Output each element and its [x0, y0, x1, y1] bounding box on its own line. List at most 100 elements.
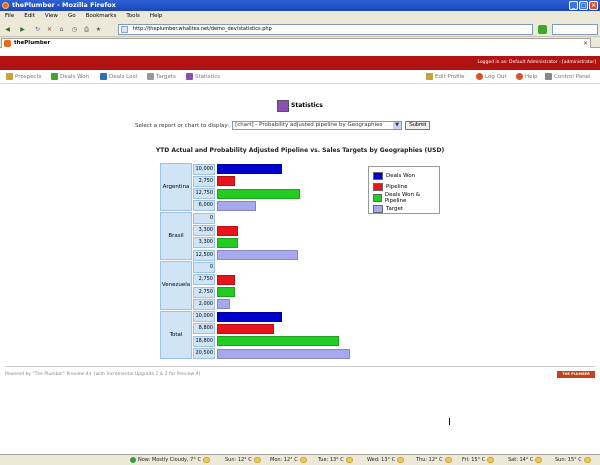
bar-row: 10,000	[193, 311, 282, 323]
tab-bar: thePlumber ✕	[0, 37, 600, 48]
nav-statistics-label: Statistics	[195, 73, 221, 80]
weather-forecast-item[interactable]: Sun: 15° C	[555, 455, 591, 465]
legend-item: Deals Won	[373, 170, 435, 181]
targets-icon	[147, 73, 154, 80]
nav-deals-lost[interactable]: Deals Lost	[100, 73, 138, 80]
menu-tools[interactable]: Tools	[126, 11, 140, 22]
tab-label: thePlumber	[14, 40, 51, 46]
nav-prospects[interactable]: Prospects	[6, 73, 42, 80]
weather-cloud-icon	[583, 457, 591, 463]
weather-text: Mon: 12° C	[270, 457, 298, 463]
report-selector-label: Select a report or chart to display:	[135, 122, 230, 129]
menu-view[interactable]: View	[45, 11, 58, 22]
tab-close-icon[interactable]: ✕	[583, 39, 588, 48]
menu-help[interactable]: Help	[150, 11, 163, 22]
bar-row: 3,300	[193, 225, 238, 237]
reload-icon[interactable]: ↻	[33, 25, 42, 34]
chart-legend: Deals Won Pipeline Deals Won & Pipeline Tar…	[368, 166, 440, 214]
forward-icon[interactable]: ▶	[18, 25, 27, 34]
bar-row: 2,750	[193, 175, 235, 187]
bar-deals-won-pipeline	[217, 237, 238, 248]
weather-forecast-item[interactable]: Sun: 12° C	[225, 455, 261, 465]
chevron-down-icon: ▼	[393, 122, 402, 129]
weather-text: Sat: 14° C	[508, 457, 534, 463]
search-input[interactable]	[552, 24, 598, 35]
weather-forecast-item[interactable]: Wed: 13° C	[367, 455, 405, 465]
address-url: http://theplumber.whalites.net/demo_dev/…	[133, 26, 272, 32]
maximize-button[interactable]: □	[579, 1, 588, 10]
weather-forecast-item[interactable]: Mon: 12° C	[270, 455, 307, 465]
back-icon[interactable]: ◀	[3, 25, 12, 34]
weather-forecast-item[interactable]: Tue: 13° C	[318, 455, 353, 465]
bar-pipeline	[217, 176, 235, 187]
window-title-bar: thePlumber - Mozilla Firefox _ □ ×	[0, 0, 600, 11]
menu-go[interactable]: Go	[68, 11, 76, 22]
weather-forecast-item[interactable]: Thu: 12° C	[416, 455, 452, 465]
nav-targets-label: Targets	[156, 73, 176, 80]
weather-cloud-icon	[253, 457, 261, 463]
bar-row: 12,500	[193, 249, 298, 261]
legend-label: Deals Won & Pipeline	[384, 191, 420, 204]
nav-deals-won-label: Deals Won	[60, 73, 90, 80]
report-select[interactable]: [chart] - Probability adjusted pipeline …	[232, 121, 403, 130]
nav-targets[interactable]: Targets	[147, 73, 176, 80]
nav-prospects-label: Prospects	[15, 73, 42, 80]
bar-value-label: 6,000	[193, 200, 215, 212]
home-icon[interactable]: ⌂	[57, 25, 66, 34]
nav-deals-won[interactable]: Deals Won	[51, 73, 89, 80]
legend-item: Pipeline	[373, 181, 435, 192]
nav-control-panel[interactable]: Control Panel	[545, 73, 590, 80]
bookmark-icon[interactable]: ★	[94, 25, 103, 34]
chart-title: YTD Actual and Probability Adjusted Pipe…	[155, 147, 445, 154]
nav-statistics[interactable]: Statistics	[186, 73, 220, 80]
nav-log-out[interactable]: Log Out	[476, 73, 507, 80]
window-controls: _ □ ×	[569, 1, 598, 10]
legend-swatch	[373, 204, 383, 213]
weather-text: Thu: 12° C	[416, 457, 443, 463]
bar-value-label: 3,300	[193, 237, 215, 249]
menu-bar: File Edit View Go Bookmarks Tools Help	[0, 11, 600, 22]
bar-value-label: 18,800	[193, 335, 215, 347]
weather-text: Sun: 15° C	[555, 457, 582, 463]
weather-cloud-icon	[299, 457, 307, 463]
bar-row: 2,000	[193, 298, 230, 310]
weather-forecast-item[interactable]: Sat: 14° C	[508, 455, 543, 465]
weather-cloud-icon	[345, 457, 353, 463]
report-select-value: [chart] - Probability adjusted pipeline …	[235, 122, 383, 128]
tab-favicon-icon	[4, 40, 11, 47]
menu-edit[interactable]: Edit	[24, 11, 35, 22]
page-title: Statistics	[277, 100, 323, 112]
statistics-icon	[186, 73, 193, 80]
weather-now[interactable]: Now: Mostly Cloudy, 7° C	[130, 455, 210, 465]
bar-pipeline	[217, 274, 235, 285]
deals-lost-icon	[100, 73, 107, 80]
submit-button[interactable]: Submit	[405, 121, 431, 130]
window-title: thePlumber - Mozilla Firefox	[12, 1, 116, 9]
minimize-button[interactable]: _	[569, 1, 578, 10]
address-bar[interactable]: http://theplumber.whalites.net/demo_dev/…	[118, 24, 533, 35]
weather-forecast-item[interactable]: Fri: 15° C	[462, 455, 495, 465]
status-ok-icon	[130, 457, 136, 463]
bar-value-label: 2,750	[193, 274, 215, 286]
close-button[interactable]: ×	[589, 1, 598, 10]
stop-icon[interactable]: ✕	[45, 25, 54, 34]
bar-value-label: 20,500	[193, 348, 215, 359]
bar-row: 12,750	[193, 188, 300, 200]
bar-chart: Deals Won Pipeline Deals Won & Pipeline Tar…	[160, 163, 440, 360]
bar-value-label: 12,750	[193, 188, 215, 200]
bar-value-label: 2,000	[193, 298, 215, 310]
menu-bookmarks[interactable]: Bookmarks	[86, 11, 117, 22]
nav-edit-profile[interactable]: Edit Profile	[426, 73, 465, 80]
region-label-argentina: Argentina	[160, 163, 192, 212]
legend-swatch	[373, 171, 383, 180]
nav-help[interactable]: Help	[516, 73, 538, 80]
bar-row: 10,000	[193, 163, 282, 175]
menu-file[interactable]: File	[5, 11, 14, 22]
report-selector-row: Select a report or chart to display: [ch…	[135, 121, 431, 130]
print-icon[interactable]: ⎙	[82, 25, 91, 34]
history-icon[interactable]: ◷	[70, 25, 79, 34]
legend-label: Target	[386, 205, 404, 212]
tab-theplumber[interactable]: thePlumber ✕	[1, 38, 591, 48]
logged-in-text: Logged in as: Default Administrator - [a…	[477, 60, 596, 65]
go-icon[interactable]	[538, 25, 547, 34]
